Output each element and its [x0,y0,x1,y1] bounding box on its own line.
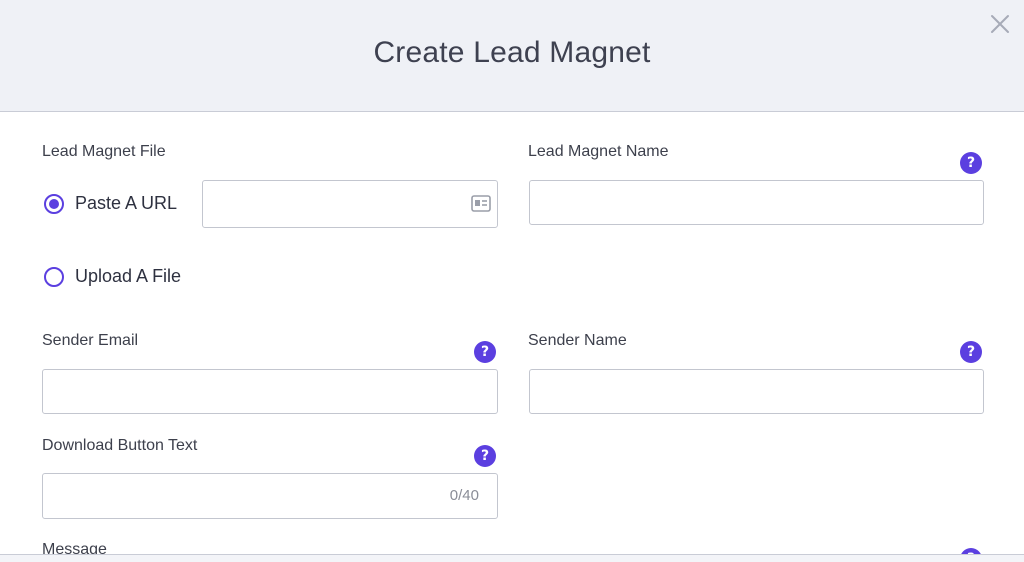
close-button[interactable] [986,10,1014,38]
sender-email-help-icon[interactable]: ? [474,341,496,363]
paste-url-radio[interactable] [44,194,64,214]
sender-name-label: Sender Name [528,332,627,350]
lead-magnet-name-help-icon[interactable]: ? [960,152,982,174]
close-icon [990,14,1010,34]
sender-email-label: Sender Email [42,332,138,350]
paste-url-label[interactable]: Paste A URL [75,193,177,214]
sender-name-help-icon[interactable]: ? [960,341,982,363]
download-button-text-label: Download Button Text [42,437,197,455]
lead-magnet-name-label: Lead Magnet Name [528,143,669,161]
sender-name-input[interactable] [529,369,984,414]
download-button-text-help-icon[interactable]: ? [474,445,496,467]
modal-title: Create Lead Magnet [0,36,1024,70]
lead-magnet-name-input[interactable] [529,180,984,225]
upload-file-radio[interactable] [44,267,64,287]
modal-footer-edge [0,554,1024,562]
download-button-text-input[interactable]: 0/40 [42,473,498,519]
modal-header: Create Lead Magnet [0,0,1024,112]
character-counter: 0/40 [450,487,479,504]
upload-file-label[interactable]: Upload A File [75,266,181,287]
url-input[interactable] [202,180,498,228]
sender-email-input[interactable] [42,369,498,414]
lead-magnet-file-label: Lead Magnet File [42,143,166,161]
create-lead-magnet-modal: Create Lead Magnet Lead Magnet File Past… [0,0,1024,562]
contact-card-icon [471,195,491,212]
